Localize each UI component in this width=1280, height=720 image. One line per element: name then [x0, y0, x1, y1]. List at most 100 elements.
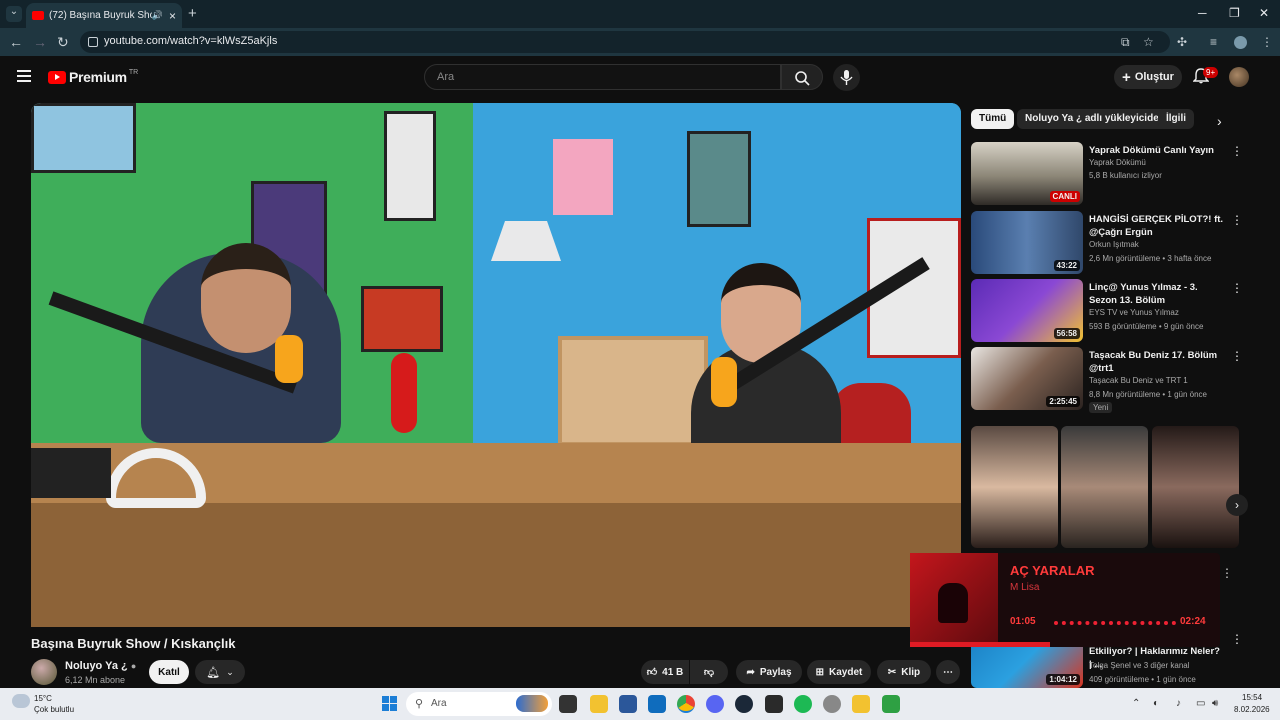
recommendation-thumbnail[interactable]: 43:22	[971, 211, 1083, 274]
close-window-icon[interactable]: ✕	[1259, 6, 1269, 20]
windows-start-icon[interactable]	[382, 696, 398, 712]
shorts-next-chevron-icon[interactable]: ›	[1226, 494, 1248, 516]
shorts-thumbnail[interactable]	[1152, 426, 1239, 548]
tab-list-button[interactable]: ⌄	[6, 6, 22, 22]
search-input[interactable]: Ara	[424, 64, 781, 90]
app-yellow-icon[interactable]	[852, 695, 870, 713]
dislike-button[interactable]: 👎︎	[690, 660, 728, 684]
new-tab-button[interactable]: +	[188, 5, 197, 22]
recommendation-thumbnail[interactable]: CANLI	[971, 142, 1083, 205]
steam-icon[interactable]	[735, 695, 753, 713]
create-button[interactable]: + Oluştur	[1114, 65, 1182, 89]
recommendation-menu-icon[interactable]: ⋮	[1231, 144, 1243, 158]
playback-progress-bar[interactable]	[910, 642, 1050, 647]
recommendation-title[interactable]: Taşacak Bu Deniz 17. Bölüm @trt1	[1089, 349, 1225, 375]
taskbar: 15°C Çok bulutlu ⚲ Ara ⌃ ◐ ♪ ▭ 🔊︎ 15:54 …	[0, 688, 1280, 720]
outlook-icon[interactable]	[648, 695, 666, 713]
plus-icon: +	[1122, 68, 1131, 86]
shorts-thumbnail[interactable]	[971, 426, 1058, 548]
forward-icon[interactable]: →	[33, 34, 47, 50]
bookmark-star-icon[interactable]: ☆	[1143, 35, 1154, 49]
youtube-logo[interactable]: Premium TR	[48, 69, 138, 85]
join-button[interactable]: Katıl	[149, 660, 189, 684]
clock-date[interactable]: 8.02.2026	[1234, 705, 1270, 714]
chrome-icon[interactable]	[677, 695, 695, 713]
recommendation-channel-text: Taşacak Bu Deniz	[1089, 376, 1154, 385]
back-icon[interactable]: ←	[9, 34, 23, 50]
file-explorer-icon[interactable]	[590, 695, 608, 713]
profile-avatar-icon[interactable]	[1234, 36, 1247, 49]
chips-next-chevron-icon[interactable]: ›	[1217, 113, 1222, 129]
share-button[interactable]: ➦ Paylaş	[736, 660, 802, 684]
url-text: youtube.com/watch?v=klWsZ5aKjls	[104, 35, 278, 47]
music-miniplayer[interactable]: AÇ YARALAR M Lisa ⋮ 01:05 02:24	[910, 553, 1233, 647]
cast-icon[interactable]: ⧉	[1121, 35, 1130, 50]
recommendation-channel[interactable]: Yaprak Dökümü	[1089, 158, 1146, 167]
miniplayer-menu-icon[interactable]: ⋮	[1221, 566, 1233, 580]
speaker-icon[interactable]: 🔊	[152, 10, 163, 21]
tray-app-icon[interactable]: ◐	[1153, 698, 1159, 709]
chip-all[interactable]: Tümü	[971, 109, 1015, 129]
restore-icon[interactable]: ❐	[1229, 6, 1240, 20]
site-info-icon[interactable]	[88, 37, 98, 47]
recommendation-menu-icon[interactable]: ⋮	[1231, 632, 1243, 646]
recommendation-title[interactable]: Linç@ Yunus Yılmaz - 3. Sezon 13. Bölüm	[1089, 281, 1225, 307]
more-actions-button[interactable]: ⋯	[936, 660, 960, 684]
weather-cloud-icon[interactable]	[12, 694, 30, 708]
channel-avatar[interactable]	[31, 659, 57, 685]
chip-from-uploader[interactable]: Noluyo Ya ¿ adlı yükleyiciden	[1017, 109, 1173, 129]
recommendation-channel[interactable]: Orkun Işıtmak	[1089, 240, 1139, 249]
recommendation-title[interactable]: HANGİSİ GERÇEK PİLOT?! ft. @Çağrı Ergün	[1089, 213, 1225, 239]
close-tab-icon[interactable]: ×	[169, 9, 176, 23]
task-view-icon[interactable]	[559, 695, 577, 713]
waveform-track[interactable]	[1054, 621, 1176, 625]
account-avatar[interactable]	[1229, 67, 1249, 87]
browser-tab-active[interactable]: (72) Başına Buyruk Show / K 🔊 ×	[26, 3, 182, 28]
recommendation-item[interactable]: 56:58 Linç@ Yunus Yılmaz - 3. Sezon 13. …	[971, 279, 1243, 343]
recommendation-channel[interactable]: EYS TV ve Yunus Yılmaz	[1089, 308, 1179, 317]
reload-icon[interactable]: ↻	[57, 34, 69, 51]
hamburger-menu-icon[interactable]	[17, 70, 31, 82]
recommendation-channel[interactable]: Tolga Şenel ve 3 diğer kanal	[1089, 661, 1190, 670]
recommendation-channel[interactable]: Taşacak Bu Deniz ve TRT 1	[1089, 376, 1188, 385]
chip-related[interactable]: İlgili	[1158, 109, 1194, 129]
recommendation-item[interactable]: 43:22 HANGİSİ GERÇEK PİLOT?! ft. @Çağrı …	[971, 211, 1243, 275]
extensions-icon[interactable]: ✣	[1177, 35, 1187, 49]
video-player[interactable]	[31, 103, 961, 627]
recommendation-menu-icon[interactable]: ⋮	[1231, 213, 1243, 227]
menu-dots-icon[interactable]: ⋮	[1261, 35, 1273, 49]
spotify-icon[interactable]	[794, 695, 812, 713]
channel-name[interactable]: Noluyo Ya ¿ ●	[65, 660, 136, 672]
minimize-icon[interactable]: ─	[1198, 6, 1207, 20]
search-button[interactable]	[781, 64, 823, 90]
clip-button[interactable]: ✂ Klip	[877, 660, 931, 684]
tray-microphone-icon[interactable]: ♪	[1176, 698, 1181, 709]
volume-icon[interactable]: 🔊︎	[1212, 698, 1218, 709]
weather-temperature[interactable]: 15°C	[34, 694, 52, 703]
recommendation-menu-icon[interactable]: ⋮	[1231, 281, 1243, 295]
network-icon[interactable]: ▭	[1196, 698, 1205, 709]
discord-icon[interactable]	[706, 695, 724, 713]
clock-time[interactable]: 15:54	[1242, 693, 1262, 702]
app-green-icon[interactable]	[882, 695, 900, 713]
settings-gear-icon[interactable]	[823, 695, 841, 713]
voice-search-button[interactable]	[833, 64, 860, 91]
epic-games-icon[interactable]	[765, 695, 783, 713]
recommendation-thumbnail[interactable]: 2:25:45	[971, 347, 1083, 410]
media-control-icon[interactable]: ≡	[1210, 35, 1217, 49]
like-button[interactable]: 👍︎ 41 B	[641, 660, 689, 684]
recommendation-thumbnail[interactable]: 56:58	[971, 279, 1083, 342]
recommendation-item[interactable]: 2:25:45 Taşacak Bu Deniz 17. Bölüm @trt1…	[971, 347, 1243, 413]
recommendation-menu-icon[interactable]: ⋮	[1231, 349, 1243, 363]
shorts-thumbnail[interactable]	[1061, 426, 1148, 548]
subscription-bell-button[interactable]: 🔔︎ ⌄	[195, 660, 245, 684]
url-bar[interactable]: youtube.com/watch?v=klWsZ5aKjls	[80, 31, 1170, 53]
channel-name-text: Noluyo Ya ¿	[65, 660, 128, 672]
weather-description[interactable]: Çok bulutlu	[34, 705, 74, 714]
recommendation-title[interactable]: Yaprak Dökümü Canlı Yayın	[1089, 144, 1225, 157]
recommendation-item[interactable]: CANLI Yaprak Dökümü Canlı Yayın Yaprak D…	[971, 142, 1243, 206]
tray-chevron-up-icon[interactable]: ⌃	[1132, 698, 1140, 709]
save-button[interactable]: ⊞ Kaydet	[807, 660, 871, 684]
taskbar-search-input[interactable]: ⚲ Ara	[406, 692, 552, 716]
store-icon[interactable]	[619, 695, 637, 713]
